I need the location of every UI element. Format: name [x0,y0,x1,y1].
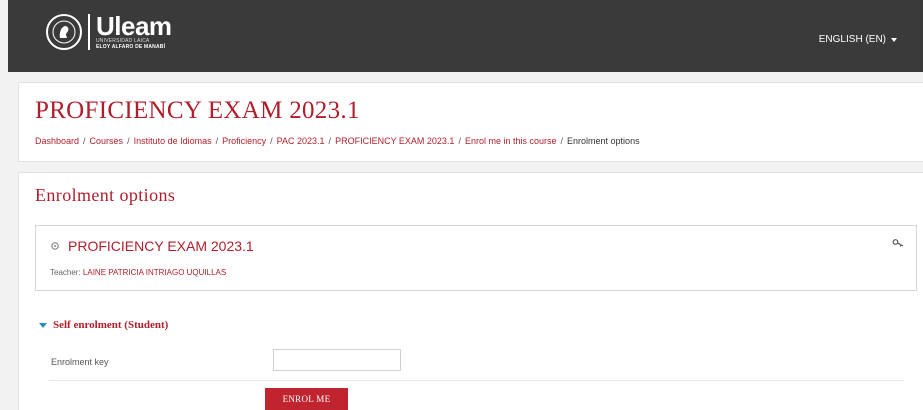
self-enrolment-heading: Self enrolment (Student) [53,319,169,331]
breadcrumb-enrol-me[interactable]: Enrol me in this course [465,136,557,146]
page-frame: Uleam UNIVERSIDAD LAICA ELOY ALFARO DE M… [0,0,923,410]
breadcrumb-pac[interactable]: PAC 2023.1 [277,136,325,146]
breadcrumb-instituto[interactable]: Instituto de Idiomas [134,136,212,146]
teacher-info: Teacher: LAINE PATRICIA INTRIAGO UQUILLA… [50,268,226,277]
breadcrumb-current: Enrolment options [567,136,640,146]
breadcrumb-separator: / [560,136,564,146]
course-link[interactable]: PROFICIENCY EXAM 2023.1 [68,238,254,254]
breadcrumb-separator: / [328,136,332,146]
enrolment-key-input[interactable] [273,349,401,371]
logo-separator [88,14,90,50]
page-title: PROFICIENCY EXAM 2023.1 [35,97,360,124]
course-icon [51,242,59,250]
logo-subtitle-2: ELOY ALFARO DE MANABÍ [96,44,166,50]
breadcrumb-separator: / [458,136,461,146]
breadcrumb-separator: / [215,136,219,146]
enrolment-region: Enrolment options PROFICIENCY EXAM 2023.… [18,172,923,410]
breadcrumb-separator: / [127,136,130,146]
breadcrumb-separator: / [270,136,273,146]
language-label: ENGLISH (EN) [818,34,886,45]
breadcrumb-dashboard[interactable]: Dashboard [35,136,79,146]
form-divider [49,380,904,381]
collapse-triangle-icon [39,322,47,328]
enrol-me-button[interactable]: ENROL ME [265,388,348,410]
breadcrumb-course[interactable]: PROFICIENCY EXAM 2023.1 [335,136,454,146]
key-icon [892,239,904,247]
breadcrumb-separator: / [83,136,86,146]
course-summary-box: PROFICIENCY EXAM 2023.1 Teacher: LAINE P… [35,225,917,291]
page-header: PROFICIENCY EXAM 2023.1 Dashboard / Course… [18,82,923,162]
university-seal-icon [46,14,82,50]
breadcrumb: Dashboard / Courses / Instituto de Idiomas / P… [35,136,640,146]
self-enrolment-toggle[interactable]: Self enrolment (Student) [39,319,168,331]
language-menu[interactable]: ENGLISH (EN) [819,34,897,45]
logo-text: Uleam UNIVERSIDAD LAICA ELOY ALFARO DE M… [96,11,172,50]
site-logo[interactable]: Uleam UNIVERSIDAD LAICA ELOY ALFARO DE M… [46,10,172,54]
section-heading: Enrolment options [35,185,176,205]
caret-down-icon [891,37,897,42]
course-box-header: PROFICIENCY EXAM 2023.1 [50,238,254,254]
teacher-label: Teacher: [50,268,81,277]
logo-name: Uleam [96,11,172,41]
top-navbar: Uleam UNIVERSIDAD LAICA ELOY ALFARO DE M… [8,0,923,72]
teacher-link[interactable]: LAINE PATRICIA INTRIAGO UQUILLAS [83,268,226,277]
enrolment-key-label: Enrolment key [51,357,109,367]
breadcrumb-courses[interactable]: Courses [90,136,124,146]
breadcrumb-proficiency[interactable]: Proficiency [222,136,266,146]
